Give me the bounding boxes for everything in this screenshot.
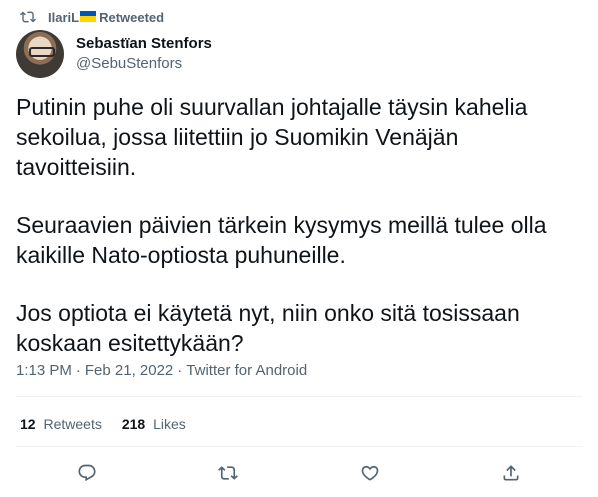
like-button[interactable]: [353, 458, 387, 488]
share-button[interactable]: [494, 458, 528, 488]
share-icon: [503, 465, 519, 481]
tweet-paragraph: Jos optiota ei käytetä nyt, niin onko si…: [16, 300, 520, 356]
tweet-text: Putinin puhe oli suurvallan johtajalle t…: [16, 92, 582, 386]
ukraine-flag-icon: [80, 10, 97, 22]
tweet-header: Sebastïan Stenfors @SebuStenfors: [16, 30, 212, 78]
tweet-date[interactable]: Feb 21, 2022: [85, 362, 173, 379]
retweets-label: Retweets: [43, 416, 102, 432]
tweet-meta: 1:13 PM · Feb 21, 2022 · Twitter for And…: [16, 362, 307, 379]
reply-button[interactable]: [70, 458, 104, 488]
reply-icon: [78, 464, 96, 482]
tweet-actions: [16, 458, 582, 488]
meta-separator: ·: [75, 362, 81, 379]
divider: [16, 446, 582, 447]
avatar[interactable]: [16, 30, 64, 78]
retweet-context-icon: [20, 11, 36, 23]
retweet-icon: [218, 466, 239, 480]
like-icon: [361, 465, 379, 481]
author-handle[interactable]: @SebuStenfors: [76, 54, 212, 74]
tweet-stats: 12 Retweets 218 Likes: [20, 416, 206, 432]
retweet-button[interactable]: [211, 458, 245, 488]
retweeter-name[interactable]: IlariL: [48, 10, 79, 25]
meta-separator: ·: [177, 362, 183, 379]
tweet-source[interactable]: Twitter for Android: [186, 362, 307, 379]
author-names: Sebastïan Stenfors @SebuStenfors: [76, 34, 212, 74]
tweet-paragraph: Seuraavien päivien tärkein kysymys meill…: [16, 212, 547, 268]
retweet-context: IlariL Retweeted: [20, 8, 164, 26]
author-display-name[interactable]: Sebastïan Stenfors: [76, 34, 212, 54]
retweeted-label: Retweeted: [99, 9, 165, 25]
tweet-paragraph: Putinin puhe oli suurvallan johtajalle t…: [16, 94, 528, 180]
likes-stat[interactable]: 218 Likes: [122, 416, 186, 432]
tweet-time[interactable]: 1:13 PM: [16, 362, 72, 379]
likes-count: 218: [121, 416, 146, 432]
likes-label: Likes: [153, 416, 186, 432]
retweets-count: 12: [20, 416, 36, 432]
retweets-stat[interactable]: 12 Retweets: [20, 416, 102, 432]
divider: [16, 396, 582, 397]
